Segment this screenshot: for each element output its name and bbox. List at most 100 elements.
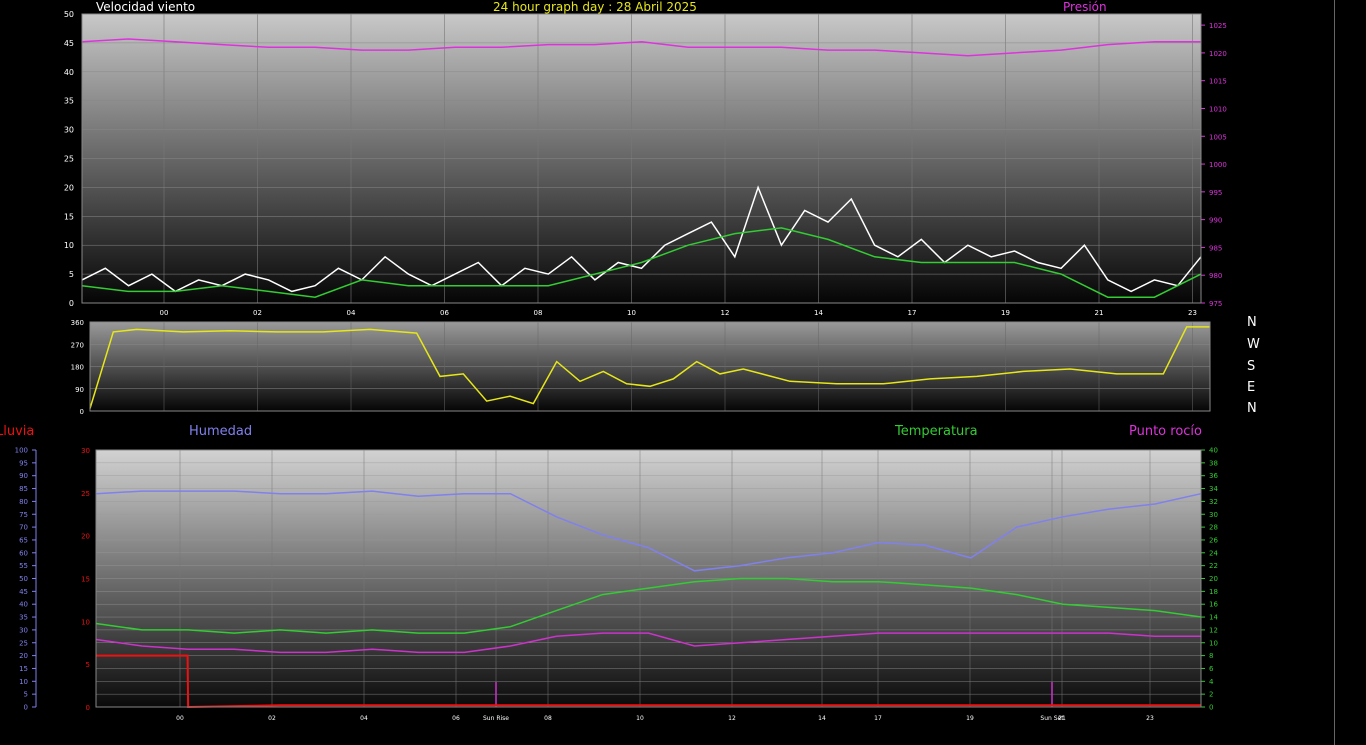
temperature-y-tick-label: 40: [1209, 447, 1218, 455]
wind-y-tick-label: 25: [64, 155, 74, 164]
temperature-y-tick-label: 8: [1209, 652, 1213, 660]
temperature-y-tick-label: 36: [1209, 472, 1218, 480]
wind-x-tick-label: 06: [440, 309, 449, 317]
humidity-y-tick-label: 85: [19, 485, 28, 493]
rain-title: Lluvia: [0, 424, 35, 439]
temperature-y-tick-label: 12: [1209, 626, 1218, 634]
pressure-y-tick-label: 985: [1209, 244, 1222, 252]
climate-x-tick-label: 19: [966, 715, 974, 722]
humidity-y-tick-label: 60: [19, 549, 28, 557]
temperature-y-tick-label: 0: [1209, 704, 1213, 712]
temperature-y-tick-label: 4: [1209, 678, 1214, 686]
wind-y-tick-label: 45: [64, 39, 74, 48]
humidity-y-tick-label: 65: [19, 536, 28, 544]
temperature-y-tick-label: 24: [1209, 549, 1218, 557]
pressure-title: Presión: [1063, 0, 1107, 14]
wind-x-tick-label: 21: [1095, 309, 1104, 317]
dewpoint-title: Punto rocío: [1129, 424, 1202, 439]
climate-x-tick-label: 06: [452, 715, 460, 722]
wind-y-tick-label: 50: [64, 10, 74, 19]
wind-x-tick-label: 19: [1001, 309, 1010, 317]
humidity-y-tick-label: 50: [19, 575, 28, 583]
wind-y-tick-label: 20: [64, 183, 74, 192]
climate-x-tick-label: Sun Rise: [483, 715, 509, 722]
wind-x-tick-label: 23: [1188, 309, 1197, 317]
direction-y-tick-label: 0: [80, 408, 84, 416]
humidity-y-tick-label: 25: [19, 639, 28, 647]
weather-graph: 00 02 04 06 08 10 12 14 17 19 21 23 0 5 10 15 20 25 30 35 40…: [0, 0, 1366, 745]
compass-label-w: W: [1247, 337, 1260, 352]
temperature-y-tick-label: 26: [1209, 536, 1218, 544]
rain-y-tick-label: 10: [81, 618, 90, 626]
humidity-y-tick-label: 80: [19, 498, 28, 506]
wind-x-tick-label: 00: [160, 309, 169, 317]
right-divider-line: [1334, 0, 1335, 745]
temperature-y-tick-label: 30: [1209, 511, 1218, 519]
climate-x-tick-label: 23: [1146, 715, 1154, 722]
date-title: 24 hour graph day : 28 Abril 2025: [493, 0, 697, 14]
wind-x-tick-label: 17: [908, 309, 917, 317]
pressure-y-tick-label: 1005: [1209, 133, 1227, 141]
wind-y-tick-label: 30: [64, 126, 74, 135]
pressure-y-tick-label: 975: [1209, 300, 1222, 308]
humidity-y-tick-label: 30: [19, 626, 28, 634]
pressure-y-tick-label: 980: [1209, 272, 1222, 280]
climate-x-tick-label: 21: [1058, 715, 1066, 722]
rain-y-tick-label: 15: [81, 576, 90, 584]
temperature-y-tick-label: 38: [1209, 459, 1218, 467]
rain-y-tick-label: 25: [81, 490, 90, 498]
humidity-y-tick-label: 100: [15, 447, 28, 455]
temperature-y-tick-label: 2: [1209, 691, 1213, 699]
humidity-title: Humedad: [189, 424, 253, 439]
pressure-y-tick-label: 1010: [1209, 105, 1227, 113]
humidity-y-tick-label: 70: [19, 524, 28, 532]
climate-x-tick-label: 04: [360, 715, 368, 722]
climate-x-tick-label: 10: [636, 715, 644, 722]
temperature-y-tick-label: 6: [1209, 665, 1214, 673]
wind-x-tick-label: 12: [721, 309, 730, 317]
wind-x-tick-label: 08: [534, 309, 543, 317]
temperature-y-tick-label: 34: [1209, 485, 1218, 493]
pressure-y-tick-label: 1025: [1209, 22, 1227, 30]
humidity-y-tick-label: 40: [19, 601, 28, 609]
weather-chart-svg: 00 02 04 06 08 10 12 14 17 19 21 230510152025303540…: [15, 10, 1227, 722]
climate-x-tick-label: 17: [874, 715, 882, 722]
humidity-y-tick-label: 90: [19, 472, 28, 480]
temperature-y-tick-label: 18: [1209, 588, 1218, 596]
wind-y-tick-label: 5: [69, 270, 74, 279]
temperature-title: Temperatura: [895, 424, 978, 439]
humidity-y-tick-label: 55: [19, 562, 28, 570]
humidity-y-tick-label: 75: [19, 511, 28, 519]
humidity-y-tick-label: 95: [19, 459, 28, 467]
pressure-y-tick-label: 1020: [1209, 50, 1227, 58]
climate-x-tick-label: 08: [544, 715, 552, 722]
temperature-y-tick-label: 14: [1209, 614, 1218, 622]
compass-label-n1: N: [1247, 315, 1257, 330]
compass-label-s: S: [1247, 359, 1256, 374]
humidity-y-tick-label: 45: [19, 588, 28, 596]
pressure-y-tick-label: 1015: [1209, 78, 1227, 86]
direction-y-tick-label: 90: [75, 386, 84, 394]
temperature-y-tick-label: 22: [1209, 562, 1218, 570]
wind-y-tick-label: 40: [64, 68, 74, 77]
wind-y-tick-label: 35: [64, 97, 74, 106]
climate-x-tick-label: 02: [268, 715, 276, 722]
pressure-y-tick-label: 1000: [1209, 161, 1227, 169]
wind-y-tick-label: 15: [64, 212, 74, 221]
temperature-y-tick-label: 20: [1209, 575, 1218, 583]
humidity-y-tick-label: 5: [24, 691, 28, 699]
climate-x-tick-label: 12: [728, 715, 736, 722]
temperature-y-tick-label: 16: [1209, 601, 1218, 609]
temperature-y-tick-label: 28: [1209, 524, 1218, 532]
wind-speed-title: Velocidad viento: [96, 0, 196, 14]
wind-y-tick-label: 10: [64, 241, 74, 250]
direction-y-tick-label: 270: [71, 341, 84, 349]
rain-y-tick-label: 0: [86, 704, 90, 712]
pressure-y-tick-label: 995: [1209, 189, 1222, 197]
wind-y-tick-label: 0: [69, 299, 74, 308]
pressure-y-tick-label: 990: [1209, 217, 1222, 225]
humidity-y-tick-label: 0: [24, 704, 28, 712]
humidity-y-tick-label: 15: [19, 665, 28, 673]
rain-y-tick-label: 20: [81, 533, 90, 541]
compass-label-e: E: [1247, 380, 1256, 395]
